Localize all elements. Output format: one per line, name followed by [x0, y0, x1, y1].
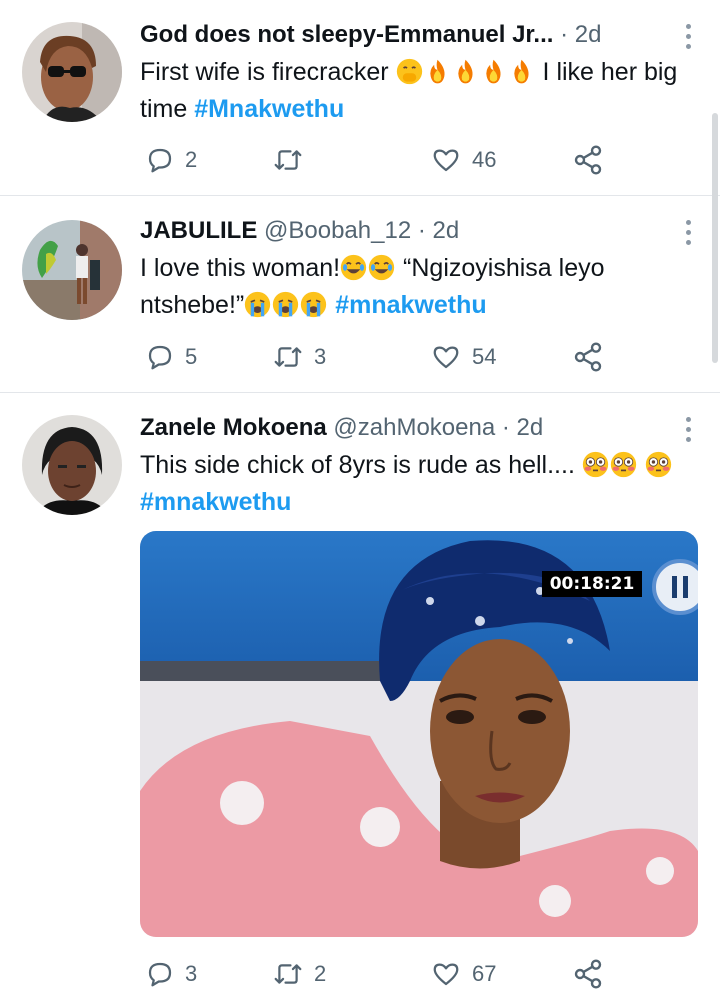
retweet-icon	[274, 150, 302, 170]
like-count: 46	[472, 147, 497, 172]
retweet-button[interactable]: 3	[272, 339, 326, 375]
flushed-emoji	[582, 451, 608, 478]
reply-button[interactable]: 5	[145, 339, 197, 375]
reply-count: 5	[185, 344, 198, 369]
reply-count: 3	[185, 961, 198, 986]
retweet-count: 2	[314, 961, 327, 986]
flushed-emoji	[610, 451, 636, 478]
fire-emoji	[457, 59, 473, 84]
flushed-emoji	[645, 451, 671, 478]
separator-dot: ·	[417, 217, 426, 244]
hand-over-mouth-emoji	[396, 58, 422, 85]
joy-emoji	[368, 254, 395, 281]
tweet-1[interactable]: God does not sleepy-Emmanuel Jr... · 2d …	[0, 0, 720, 196]
author-name[interactable]: JABULILE	[140, 217, 257, 244]
share-button[interactable]	[572, 339, 604, 375]
tweet-text-part: I love this woman!	[140, 254, 341, 282]
heart-icon	[433, 963, 459, 986]
like-button[interactable]: 46	[430, 142, 496, 178]
reply-icon	[148, 962, 172, 987]
tweet-header: JABULILE @Boobah_12 · 2d	[140, 216, 674, 246]
avatar[interactable]	[22, 415, 122, 515]
hashtag-link[interactable]: #Mnakwethu	[194, 95, 344, 123]
author-name[interactable]: Zanele Mokoena	[140, 414, 327, 441]
tweet-text-part: This side chick of 8yrs is rude as hell.…	[140, 451, 575, 479]
reply-button[interactable]: 3	[145, 956, 197, 992]
author-handle[interactable]: @zahMokoena	[333, 414, 495, 441]
separator-dot: ·	[501, 414, 510, 441]
video-timer: 00:18:21	[542, 571, 642, 597]
avatar[interactable]	[22, 220, 122, 320]
share-icon	[574, 145, 602, 175]
tweet-text: First wife is firecracker I like her big…	[140, 54, 700, 128]
fire-emoji	[429, 59, 445, 84]
share-button[interactable]	[572, 956, 604, 992]
share-icon	[574, 959, 602, 989]
timestamp[interactable]: 2d	[433, 217, 460, 244]
reply-icon	[148, 345, 172, 370]
tweet-media-image[interactable]: 00:18:21	[140, 531, 698, 937]
like-count: 54	[472, 344, 497, 369]
hashtag-link[interactable]: #mnakwethu	[140, 488, 291, 516]
crying-emoji	[273, 291, 299, 318]
tweet-header: Zanele Mokoena @zahMokoena · 2d	[140, 413, 674, 443]
fire-emoji	[485, 59, 501, 84]
heart-icon	[433, 149, 459, 172]
like-button[interactable]: 54	[430, 339, 496, 375]
retweet-icon	[274, 964, 302, 984]
reply-count: 2	[185, 147, 198, 172]
tweet-text-part: First wife is firecracker	[140, 58, 389, 86]
tweet-actions: 5 3 54	[140, 339, 620, 375]
share-icon	[574, 342, 602, 372]
separator-dot: ·	[560, 21, 569, 48]
more-options-icon[interactable]	[686, 417, 692, 447]
hashtag-link[interactable]: #mnakwethu	[335, 291, 486, 319]
author-handle[interactable]: @Boobah_12	[264, 217, 411, 244]
tweet-header: God does not sleepy-Emmanuel Jr... · 2d	[140, 20, 674, 50]
author-name[interactable]: God does not sleepy-Emmanuel Jr...	[140, 21, 553, 48]
like-count: 67	[472, 961, 497, 986]
tweet-actions: 3 2 67	[140, 956, 620, 992]
more-options-icon[interactable]	[686, 24, 692, 54]
like-button[interactable]: 67	[430, 956, 496, 992]
retweet-count: 3	[314, 344, 327, 369]
tweet-text: I love this woman! “Ngizoyishisa leyo nt…	[140, 250, 700, 324]
tweet-text: This side chick of 8yrs is rude as hell.…	[140, 447, 700, 521]
retweet-button[interactable]: 2	[272, 956, 326, 992]
crying-emoji	[245, 291, 271, 318]
scrollbar[interactable]	[712, 113, 718, 363]
tweet-2[interactable]: JABULILE @Boobah_12 · 2d I love this wom…	[0, 196, 720, 393]
more-options-icon[interactable]	[686, 220, 692, 250]
crying-emoji	[301, 291, 327, 318]
tweet-actions: 2 46	[140, 142, 620, 178]
share-button[interactable]	[572, 142, 604, 178]
pause-icon[interactable]	[652, 559, 698, 615]
reply-button[interactable]: 2	[145, 142, 197, 178]
retweet-button[interactable]	[272, 142, 314, 178]
retweet-icon	[274, 347, 302, 367]
heart-icon	[433, 346, 459, 369]
joy-emoji	[340, 254, 367, 281]
fire-emoji	[513, 59, 529, 84]
timestamp[interactable]: 2d	[575, 21, 602, 48]
reply-icon	[148, 148, 172, 173]
avatar[interactable]	[22, 22, 122, 122]
timestamp[interactable]: 2d	[517, 414, 544, 441]
